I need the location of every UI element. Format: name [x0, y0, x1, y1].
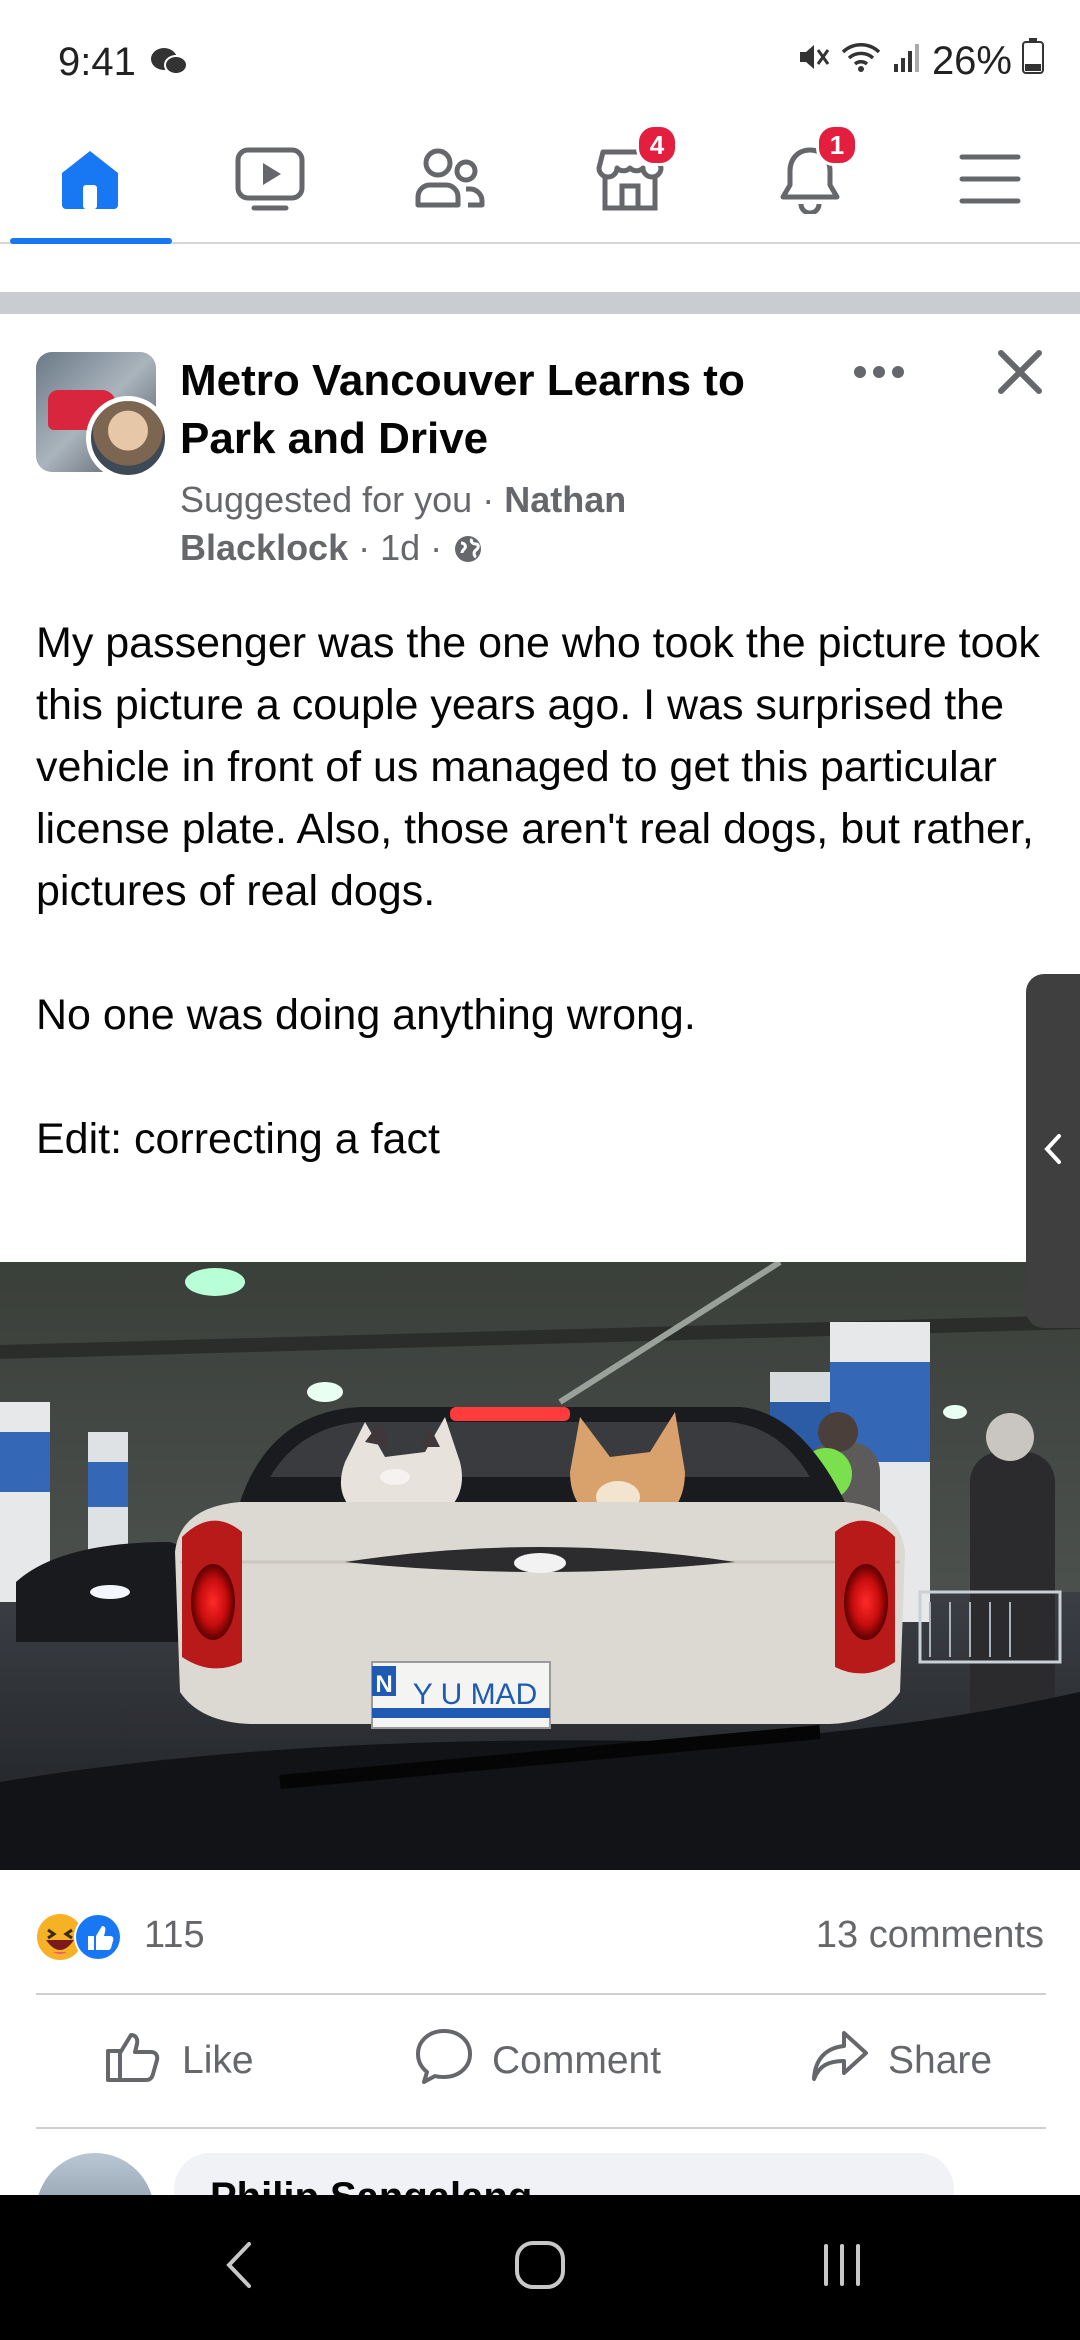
- status-right: 26%: [796, 38, 1044, 84]
- more-options-button[interactable]: [850, 352, 908, 396]
- home-square-icon: [513, 2239, 567, 2296]
- parking-garage-image: N Y U MAD: [0, 1262, 1080, 1870]
- like-icon: [74, 1913, 122, 1961]
- reaction-count[interactable]: 115: [144, 1914, 205, 1957]
- back-chevron-icon: [223, 2240, 253, 2295]
- marketplace-badge: 4: [636, 124, 678, 166]
- group-avatar[interactable]: [36, 352, 170, 480]
- wifi-icon: [840, 39, 882, 84]
- comment-label: Comment: [492, 2039, 662, 2082]
- hamburger-menu-icon: [959, 152, 1021, 211]
- battery-percent: 26%: [931, 38, 1012, 83]
- recent-apps-icon: [820, 2242, 864, 2293]
- previous-post-edge: [0, 244, 1080, 294]
- plate-prefix: N: [375, 1671, 392, 1698]
- chevron-left-icon: [1042, 1132, 1064, 1171]
- author-avatar[interactable]: [86, 396, 170, 480]
- share-label: Share: [888, 2039, 993, 2082]
- globe-icon: [452, 527, 484, 568]
- thumbs-up-icon: [104, 2029, 164, 2093]
- reaction-icons: [36, 1912, 136, 1962]
- suggested-label: Suggested for you: [180, 479, 473, 520]
- side-panel-handle[interactable]: [1026, 974, 1080, 1328]
- more-dots-icon: [853, 365, 905, 384]
- like-label: Like: [182, 2039, 254, 2082]
- tab-notifications[interactable]: 1: [720, 120, 900, 242]
- feed-separator: [0, 292, 1080, 314]
- mute-icon: [796, 39, 830, 84]
- close-icon: [997, 349, 1043, 400]
- share-arrow-icon: [810, 2029, 870, 2093]
- notifications-badge: 1: [816, 124, 858, 166]
- tab-home[interactable]: [0, 120, 180, 244]
- like-button[interactable]: Like: [104, 1995, 254, 2127]
- post-meta: Suggested for you · Nathan Blacklock · 1…: [180, 479, 627, 568]
- tab-watch[interactable]: [180, 120, 360, 242]
- post-actions: Like Comment Share: [36, 1995, 1046, 2127]
- post-text: My passenger was the one who took the pi…: [36, 619, 1040, 1163]
- friends-icon: [414, 147, 486, 216]
- comment-button[interactable]: Comment: [414, 1995, 661, 2127]
- status-bar: 9:41 26%: [0, 0, 1080, 120]
- recent-apps-button[interactable]: [742, 2195, 942, 2340]
- tab-menu[interactable]: [900, 120, 1080, 242]
- home-icon: [56, 147, 124, 216]
- group-name-link[interactable]: Metro Vancouver Learns to Park and Drive: [180, 352, 800, 468]
- battery-icon: [1022, 38, 1044, 84]
- home-button[interactable]: [440, 2195, 640, 2340]
- post-photo[interactable]: N Y U MAD: [0, 1262, 1080, 1870]
- status-time: 9:41: [58, 40, 136, 84]
- comments-count-link[interactable]: 13 comments: [816, 1914, 1044, 1957]
- chat-bubble-icon: [150, 46, 188, 83]
- hide-post-button[interactable]: [990, 344, 1050, 404]
- commenter-avatar[interactable]: [36, 2153, 154, 2195]
- signal-icon: [892, 39, 922, 84]
- top-nav: 4 1: [0, 120, 1080, 244]
- video-icon: [234, 146, 306, 217]
- commenter-name[interactable]: Philip Sangalang: [210, 2175, 532, 2195]
- post-time[interactable]: 1d: [380, 527, 420, 568]
- tab-friends[interactable]: [360, 120, 540, 242]
- plate-text: Y U MAD: [413, 1678, 537, 1711]
- back-button[interactable]: [138, 2195, 338, 2340]
- comment-bubble-icon: [414, 2027, 474, 2095]
- system-navigation-bar: [0, 2195, 1080, 2340]
- share-button[interactable]: Share: [810, 1995, 992, 2127]
- tab-marketplace[interactable]: 4: [540, 120, 720, 242]
- first-comment: Philip Sangalang: [0, 2129, 1080, 2195]
- reaction-summary[interactable]: 115 13 comments: [36, 1904, 1046, 1964]
